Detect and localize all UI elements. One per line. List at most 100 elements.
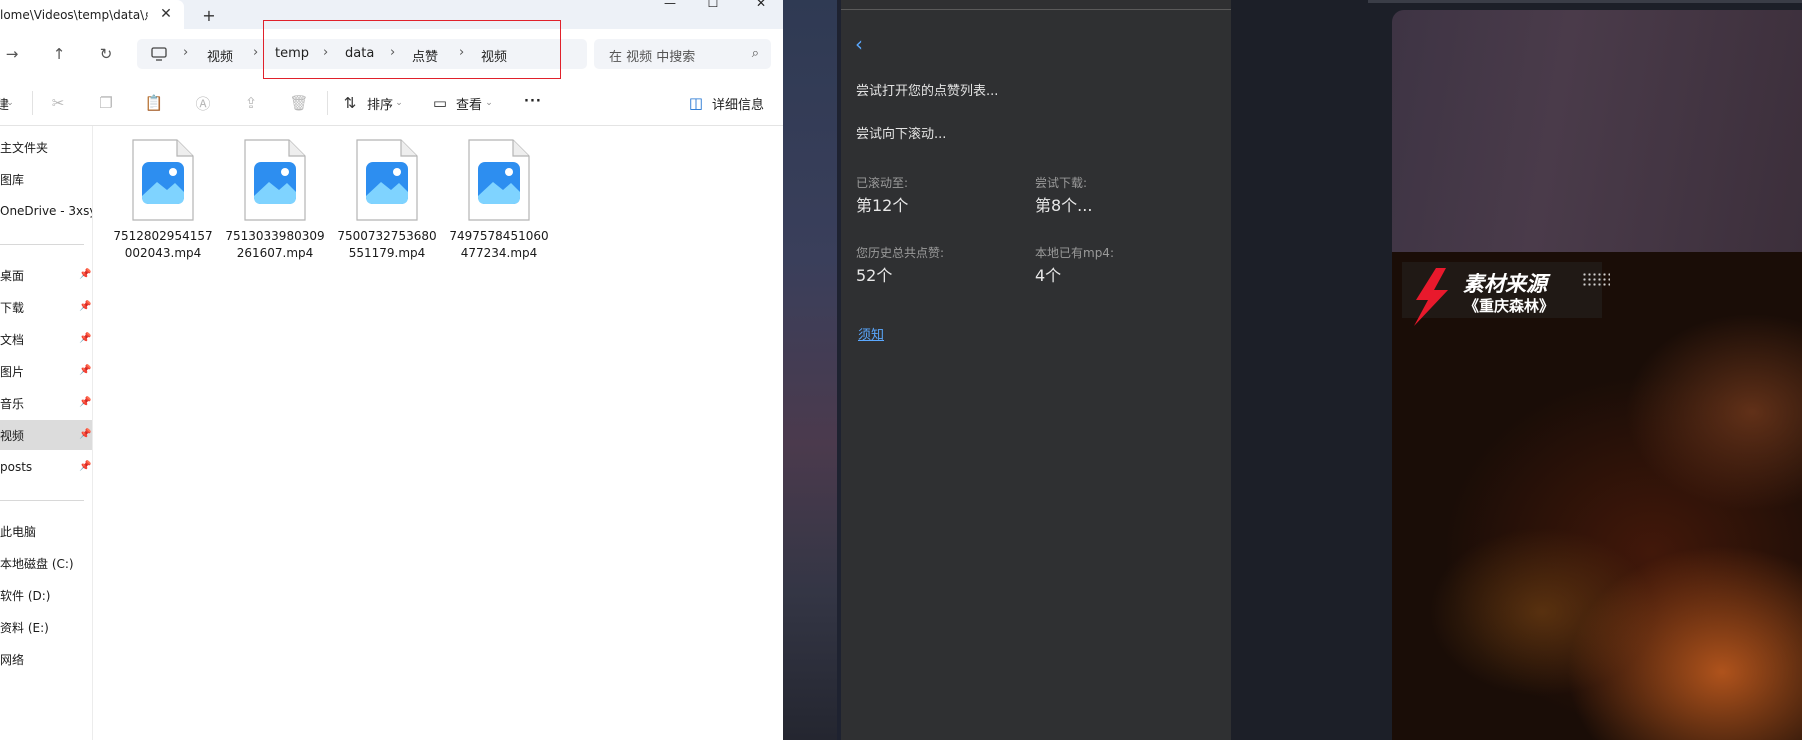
file-name: 7513033980309 261607.mp4 (225, 229, 325, 260)
scrolled-to-label: 已滚动至: (856, 176, 909, 190)
refresh-icon[interactable]: ↻ (96, 44, 116, 64)
chevron-down-icon: ⌄ (6, 98, 14, 108)
sidebar-item-videos[interactable]: 视频 📌 (0, 420, 92, 450)
sidebar-item-label: 主文件夹 (0, 140, 49, 155)
download-status-panel: ‹ 尝试打开您的点赞列表... 尝试向下滚动... 已滚动至: 第12个 尝试下… (841, 0, 1231, 740)
file-explorer-window: lome\Videos\temp\data\点 ✕ + — ☐ ✕ → ↑ ↻ … (0, 0, 783, 740)
up-arrow-icon[interactable]: ↑ (49, 44, 69, 64)
paste-icon[interactable]: 📋 (144, 93, 164, 113)
file-item[interactable]: 7497578451060 477234.mp4 (443, 138, 555, 278)
sort-icon: ⇅ (343, 94, 357, 112)
sidebar-item-label: 桌面 (0, 268, 25, 283)
sidebar-item-label: 软件 (D:) (0, 588, 51, 603)
pin-icon: 📌 (79, 461, 92, 472)
desktop-wallpaper-strip (783, 0, 839, 740)
toolbar-divider (327, 91, 328, 115)
details-button[interactable]: 详细信息 (712, 94, 764, 113)
status-open-likes: 尝试打开您的点赞列表... (856, 84, 999, 99)
rename-icon[interactable]: Ⓐ (193, 93, 213, 113)
new-tab-button[interactable]: + (199, 5, 219, 25)
video-file-icon (132, 139, 194, 221)
sidebar-item-label: 图库 (0, 172, 25, 187)
file-name: 7497578451060 477234.mp4 (449, 229, 549, 260)
sidebar-item-pictures[interactable]: 图片 📌 (0, 356, 92, 386)
navigation-pane: 主文件夹 图库 OneDrive - 3xsym 桌面 📌 下载 📌 文档 📌 图片 📌… (0, 126, 93, 740)
forward-arrow-icon[interactable]: → (2, 44, 22, 64)
sidebar-item-home[interactable]: 主文件夹 (0, 132, 92, 162)
pin-icon: 📌 (79, 269, 92, 280)
sidebar-item-label: 视频 (0, 428, 25, 443)
sidebar-item-label: 此电脑 (0, 524, 37, 539)
back-chevron-icon[interactable]: ‹ (855, 32, 871, 56)
chevron-down-icon: ⌄ (485, 98, 493, 108)
panel-top-divider (841, 9, 1231, 10)
video-file-icon (468, 139, 530, 221)
watermark-title: 素材来源 (1463, 272, 1547, 296)
download-attempt-value: 第8个... (1035, 196, 1093, 215)
file-item[interactable]: 7500732753680 551179.mp4 (331, 138, 443, 278)
search-placeholder: 在 视频 中搜索 (609, 50, 696, 65)
sidebar-item-label: 资料 (E:) (0, 620, 49, 635)
pin-icon: 📌 (79, 429, 92, 440)
toolbar-divider (32, 91, 33, 115)
sidebar-item-label: 图片 (0, 364, 25, 379)
local-mp4-value: 4个 (1035, 266, 1062, 285)
file-list: 7512802954157 002043.mp4 7513033980309 261… (93, 126, 783, 740)
sidebar-item-label: 本地磁盘 (C:) (0, 556, 74, 571)
explorer-tab[interactable]: lome\Videos\temp\data\点 ✕ (0, 0, 184, 29)
breadcrumb-chevron-icon: › (253, 45, 259, 60)
sidebar-item-drive-c[interactable]: 本地磁盘 (C:) (0, 548, 92, 578)
minimize-icon[interactable]: — (657, 0, 683, 12)
cut-icon[interactable]: ✂ (48, 93, 68, 113)
sidebar-item-label: 音乐 (0, 396, 25, 411)
video-thumbnail-top[interactable] (1392, 10, 1802, 252)
pin-icon: 📌 (79, 365, 92, 376)
total-likes-label: 您历史总共点赞: (856, 246, 945, 260)
sidebar-item-label: posts (0, 460, 33, 474)
close-window-icon[interactable]: ✕ (748, 0, 774, 12)
sidebar-item-network[interactable]: 网络 (0, 644, 92, 674)
breadcrumb-videos[interactable]: 视频 (207, 46, 233, 65)
download-attempt-label: 尝试下载: (1035, 176, 1088, 190)
pin-icon: 📌 (79, 301, 92, 312)
details-pane-icon: ◫ (688, 94, 704, 112)
search-icon: ⌕ (751, 46, 759, 61)
sidebar-item-downloads[interactable]: 下载 📌 (0, 292, 92, 322)
lightning-bolt-icon (1414, 268, 1448, 326)
breadcrumb-chevron-icon: › (183, 45, 189, 60)
view-icon: ▭ (432, 94, 448, 112)
file-item[interactable]: 7512802954157 002043.mp4 (107, 138, 219, 278)
sidebar-item-label: 文档 (0, 332, 25, 347)
file-item[interactable]: 7513033980309 261607.mp4 (219, 138, 331, 278)
sidebar-item-onedrive[interactable]: OneDrive - 3xsym (0, 196, 92, 226)
sidebar-item-music[interactable]: 音乐 📌 (0, 388, 92, 418)
address-highlight-box (263, 20, 561, 79)
search-box[interactable]: 在 视频 中搜索 ⌕ (594, 39, 771, 69)
pin-icon: 📌 (79, 333, 92, 344)
sidebar-item-drive-e[interactable]: 资料 (E:) (0, 612, 92, 642)
maximize-icon[interactable]: ☐ (700, 0, 726, 12)
status-scrolling: 尝试向下滚动... (856, 127, 947, 142)
sidebar-item-this-pc[interactable]: 此电脑 (0, 516, 92, 546)
sidebar-item-posts[interactable]: posts 📌 (0, 452, 92, 482)
close-tab-icon[interactable]: ✕ (158, 6, 174, 22)
notice-link[interactable]: 须知 (858, 324, 884, 343)
sidebar-item-gallery[interactable]: 图库 (0, 164, 92, 194)
watermark-dots-decoration (1582, 272, 1610, 286)
command-toolbar: 建 ⌄ ✂ ❐ 📋 Ⓐ ⇪ 🗑 ⇅ 排序 ⌄ ▭ 查看 ⌄ ··· ◫ 详细信息 (0, 79, 783, 126)
sidebar-item-desktop[interactable]: 桌面 📌 (0, 260, 92, 290)
delete-icon[interactable]: 🗑 (289, 93, 309, 113)
sidebar-divider (0, 244, 84, 245)
video-file-icon (356, 139, 418, 221)
sidebar-item-label: OneDrive - 3xsym (0, 204, 92, 218)
copy-icon[interactable]: ❐ (96, 93, 116, 113)
sidebar-item-documents[interactable]: 文档 📌 (0, 324, 92, 354)
share-icon[interactable]: ⇪ (241, 93, 261, 113)
more-options-button[interactable]: ··· (524, 94, 542, 109)
video-frame-top-edge (1368, 0, 1802, 3)
pin-icon: 📌 (79, 397, 92, 408)
monitor-icon (151, 47, 167, 61)
sidebar-item-drive-d[interactable]: 软件 (D:) (0, 580, 92, 610)
total-likes-value: 52个 (856, 266, 893, 285)
video-player[interactable] (1392, 252, 1802, 740)
